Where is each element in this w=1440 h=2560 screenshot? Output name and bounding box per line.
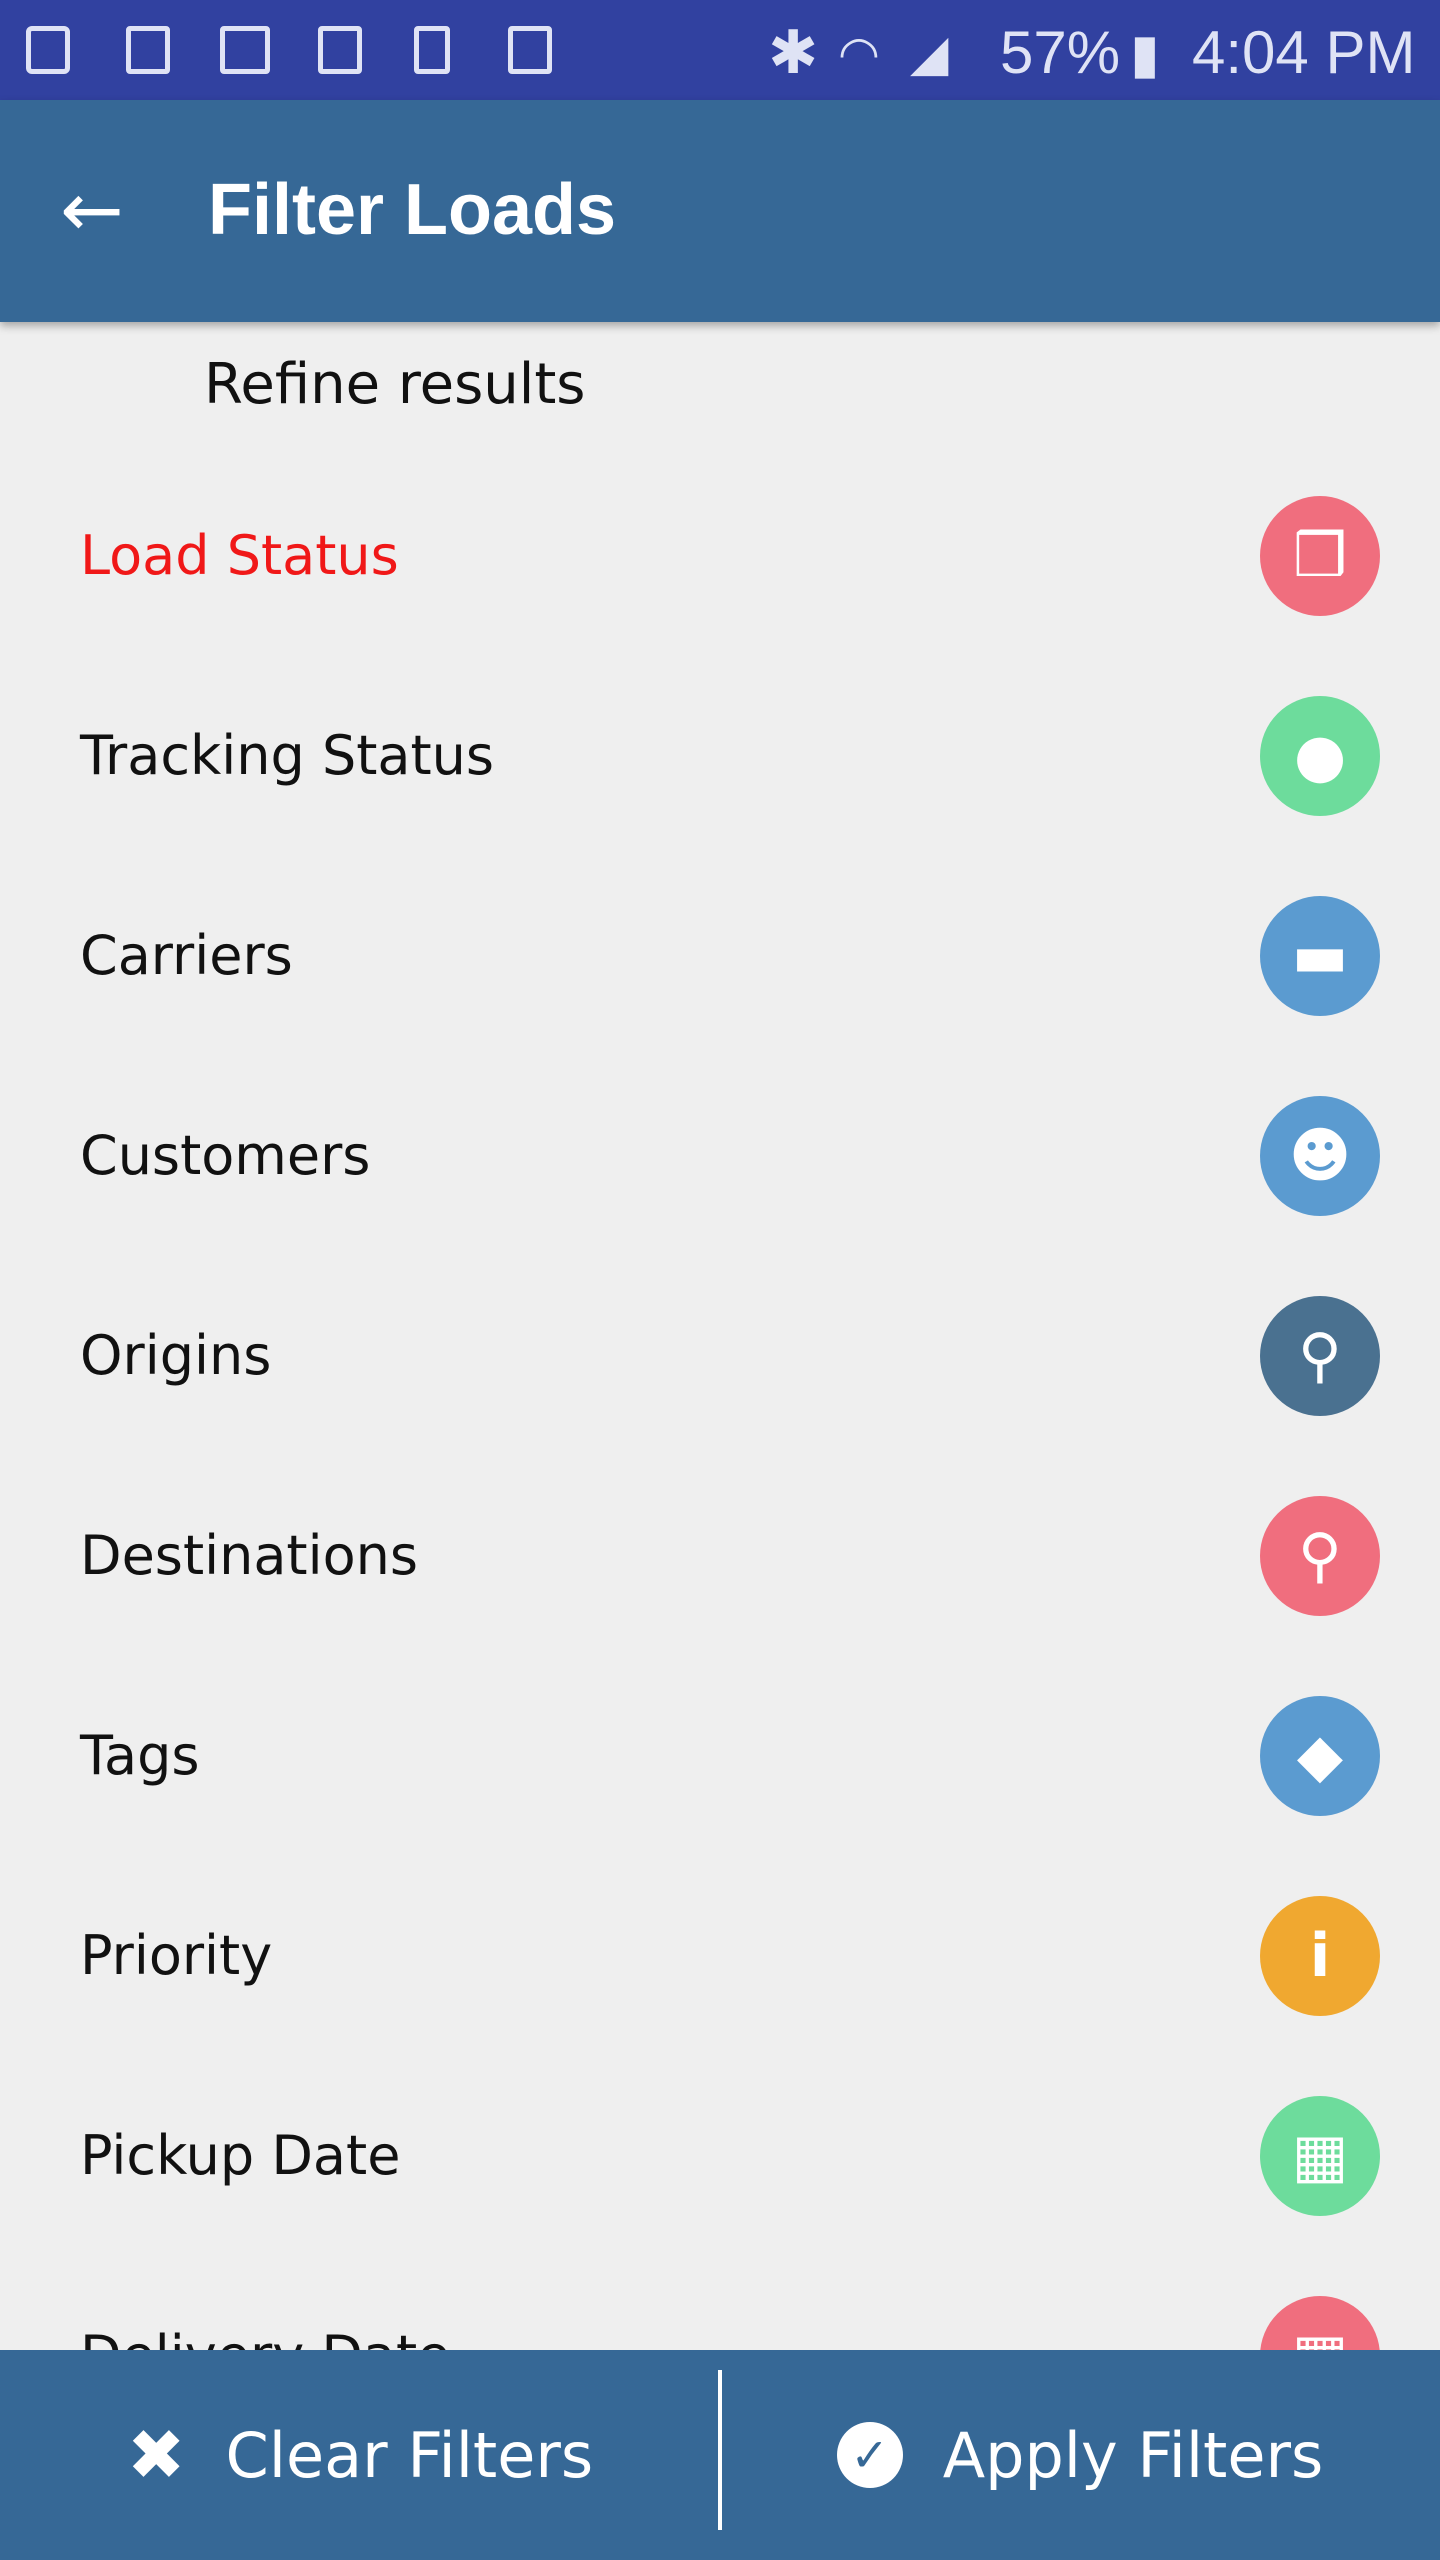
image-icon: [126, 26, 170, 74]
filter-item-carriers[interactable]: Carriers ▬: [0, 856, 1440, 1056]
filter-label: Load Status: [80, 524, 399, 587]
battery-charging-icon: ▮: [1130, 24, 1160, 84]
map-pin-icon: ●: [1260, 696, 1380, 816]
filter-item-tags[interactable]: Tags ◆: [0, 1656, 1440, 1856]
filter-label: Destinations: [80, 1524, 419, 1587]
apply-filters-button[interactable]: ✓ Apply Filters: [720, 2350, 1440, 2560]
filter-item-customers[interactable]: Customers ☻: [0, 1056, 1440, 1256]
filter-label: Tracking Status: [80, 724, 495, 787]
filter-label: Priority: [80, 1924, 273, 1987]
app-bar: ← Filter Loads: [0, 100, 1440, 322]
pushpin-icon: ⚲: [1260, 1296, 1380, 1416]
close-icon: ✖: [126, 2414, 186, 2496]
signal-icon: ◢: [910, 25, 949, 81]
filter-item-origins[interactable]: Origins ⚲: [0, 1256, 1440, 1456]
filter-label: Customers: [80, 1124, 371, 1187]
filter-item-tracking-status[interactable]: Tracking Status ●: [0, 656, 1440, 856]
truck-icon: ▬: [1260, 896, 1380, 1016]
battery-percent: 57%: [1000, 19, 1121, 86]
bluetooth-icon: ✱: [768, 19, 819, 86]
pushpin-icon: ⚲: [1260, 1496, 1380, 1616]
status-bar: ✱ ◠ ◢ 57% ▮ 4:04 PM: [0, 0, 1440, 100]
filter-item-priority[interactable]: Priority i: [0, 1856, 1440, 2056]
apply-filters-label: Apply Filters: [942, 2418, 1324, 2492]
filter-item-destinations[interactable]: Destinations ⚲: [0, 1456, 1440, 1656]
arrow-left-icon[interactable]: ←: [60, 170, 124, 250]
clear-filters-label: Clear Filters: [225, 2418, 594, 2492]
filter-item-load-status[interactable]: Load Status ❒: [0, 456, 1440, 656]
filter-item-pickup-date[interactable]: Pickup Date ▦: [0, 2056, 1440, 2256]
subtitle: Refine results: [204, 352, 586, 417]
phone-exit-icon: [414, 26, 450, 74]
tags-icon: ◆: [1260, 1696, 1380, 1816]
filter-label: Carriers: [80, 924, 293, 987]
boxes-icon: ❒: [1260, 496, 1380, 616]
filter-label: Pickup Date: [80, 2124, 401, 2187]
wifi-icon: ◠: [838, 28, 880, 81]
clock: 4:04 PM: [1192, 19, 1416, 86]
footer-bar: ✖ Clear Filters ✓ Apply Filters: [0, 2350, 1440, 2560]
filter-label: Tags: [80, 1724, 200, 1787]
clear-filters-button[interactable]: ✖ Clear Filters: [0, 2350, 720, 2560]
users-icon: ☻: [1260, 1096, 1380, 1216]
calendar-icon: ▦: [1260, 2096, 1380, 2216]
clipboard-check-icon: [508, 26, 552, 74]
info-icon: i: [1260, 1896, 1380, 2016]
email-icon: [220, 26, 270, 74]
calendar-icon: [318, 26, 362, 74]
download-done-icon: [26, 26, 70, 74]
check-circle-icon: ✓: [836, 2422, 903, 2488]
page-title: Filter Loads: [208, 170, 617, 250]
filter-label: Origins: [80, 1324, 272, 1387]
